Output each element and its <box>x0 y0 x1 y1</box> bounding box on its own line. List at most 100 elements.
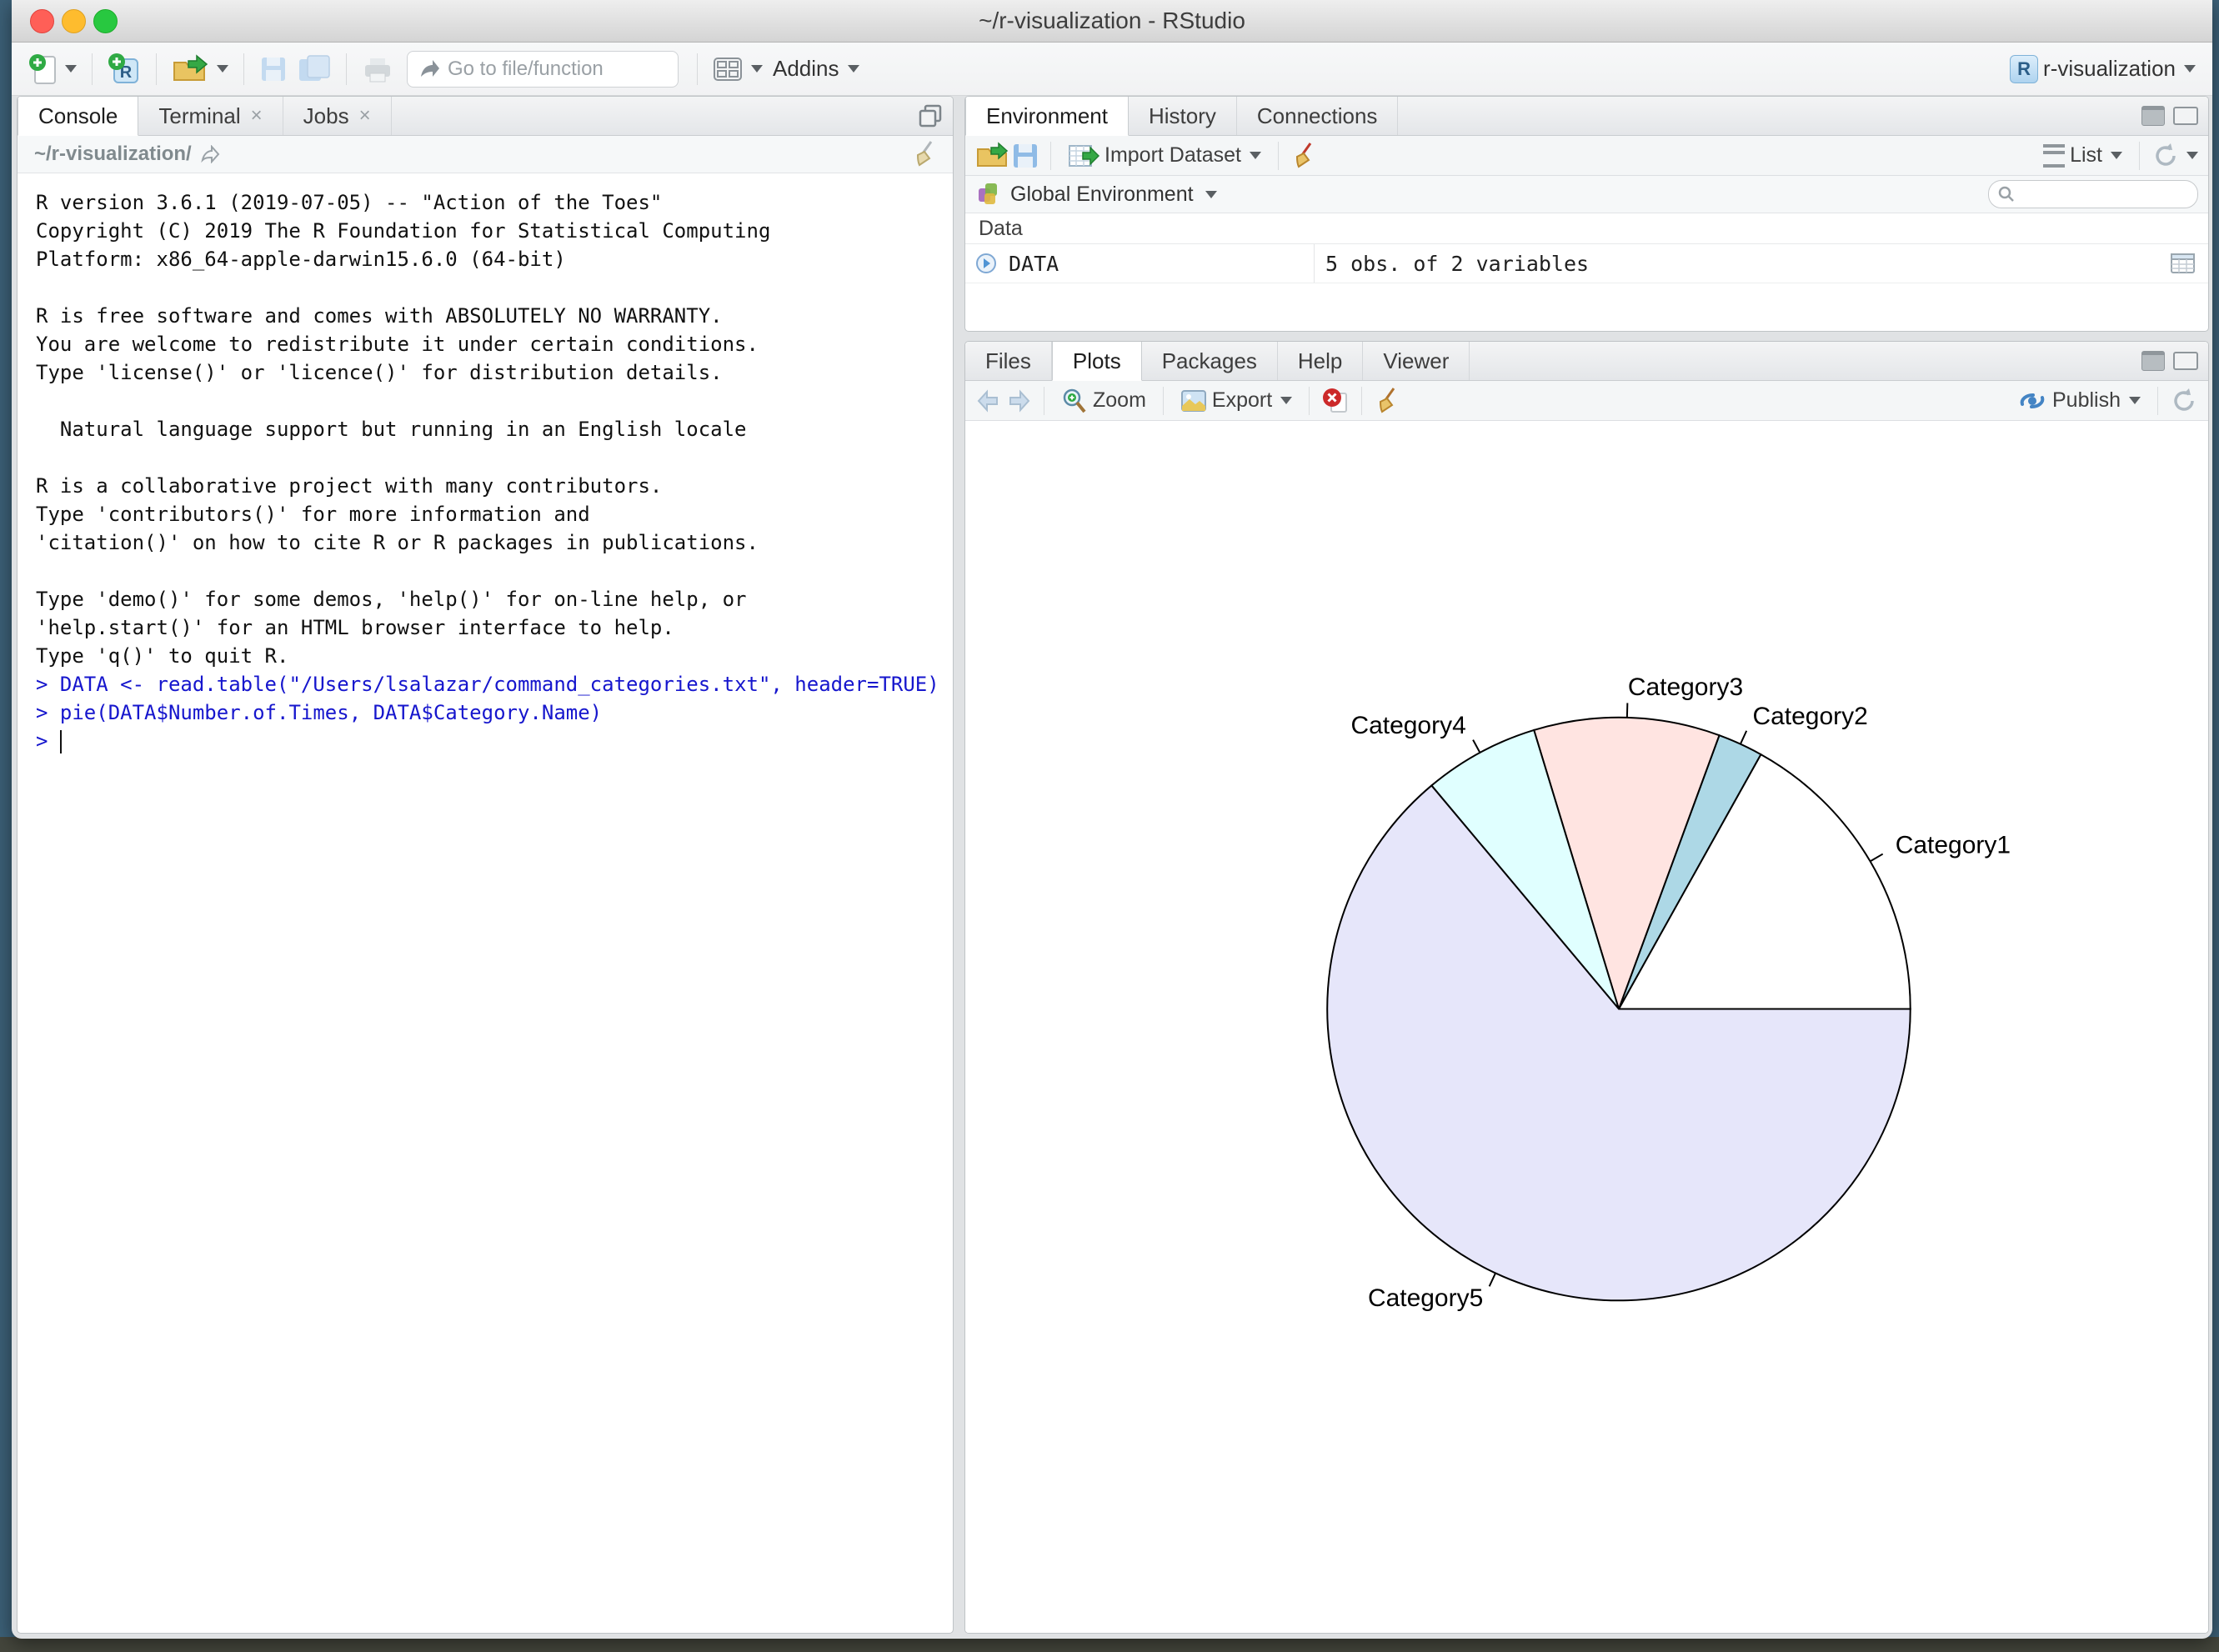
save-button[interactable] <box>254 52 293 87</box>
tab-connections[interactable]: Connections <box>1237 97 1399 135</box>
plots-tabstrip: Files Plots Packages Help Viewer <box>965 342 2208 381</box>
export-caret <box>1280 397 1292 404</box>
console-tabstrip: Console Terminal × Jobs × <box>18 97 953 136</box>
environment-search-box[interactable] <box>1988 180 2198 208</box>
open-file-caret <box>217 65 228 73</box>
new-file-icon <box>28 53 57 85</box>
print-button[interactable] <box>357 52 398 87</box>
console-input-line: > pie(DATA$Number.of.Times, DATA$Categor… <box>36 698 934 727</box>
pie-label-tick <box>1473 740 1480 753</box>
plots-toolbar: Zoom Export Pub <box>965 381 2208 421</box>
import-dataset-caret <box>1250 152 1261 159</box>
clear-console-broom-icon[interactable] <box>911 140 936 168</box>
text-cursor <box>60 730 62 753</box>
environment-scope-bar: Global Environment <box>965 176 2208 213</box>
addins-button[interactable]: Addins <box>768 53 864 85</box>
load-workspace-icon[interactable] <box>975 142 1009 170</box>
environment-scope-label[interactable]: Global Environment <box>1010 183 1194 207</box>
tab-plots[interactable]: Plots <box>1052 342 1142 381</box>
tab-history[interactable]: History <box>1129 97 1237 135</box>
pie-label-tick <box>1871 854 1883 862</box>
goto-directory-icon[interactable] <box>200 145 222 163</box>
zoom-magnifier-icon <box>1061 387 1088 415</box>
zoom-plot-button[interactable]: Zoom <box>1056 383 1151 418</box>
environment-view-selector[interactable]: List <box>2038 140 2127 171</box>
maximize-pane-icon[interactable] <box>2173 352 2198 370</box>
remove-plot-icon[interactable] <box>1321 387 1350 415</box>
console-pane: Console Terminal × Jobs × ~/r-visualizat… <box>17 96 954 1634</box>
minimize-pane-icon[interactable] <box>2141 351 2165 371</box>
rstudio-window: ~/r-visualization - RStudio R <box>12 0 2212 1639</box>
environment-pane: Environment History Connections Import D… <box>964 96 2209 332</box>
addins-caret <box>848 65 859 73</box>
close-terminal-tab-icon[interactable]: × <box>251 104 263 128</box>
refresh-caret <box>2186 152 2198 159</box>
project-r-cube-icon: R <box>2010 55 2038 83</box>
project-selector[interactable]: R r-visualization <box>2005 52 2201 87</box>
expand-object-icon[interactable] <box>975 253 997 274</box>
publish-icon <box>2017 388 2047 413</box>
console-output[interactable]: R version 3.6.1 (2019-07-05) -- "Action … <box>18 173 953 770</box>
pie-label-category1: Category1 <box>1896 832 2011 859</box>
open-file-button[interactable] <box>167 51 233 88</box>
workspace-panes-button[interactable] <box>708 53 768 85</box>
export-image-icon <box>1180 389 1207 413</box>
goto-file-search[interactable] <box>407 51 679 88</box>
clear-all-plots-broom-icon[interactable] <box>1374 387 1399 415</box>
pie-label-category4: Category4 <box>1350 712 1465 739</box>
tab-console[interactable]: Console <box>18 97 138 136</box>
console-working-dir-bar: ~/r-visualization/ <box>18 136 953 173</box>
pie-label-tick <box>1741 731 1746 744</box>
list-view-caret <box>2111 152 2122 159</box>
open-folder-icon <box>172 54 208 84</box>
console-input-line: > DATA <- read.table("/Users/lsalazar/co… <box>36 670 934 698</box>
addins-label: Addins <box>773 56 839 82</box>
new-file-button[interactable] <box>23 50 82 88</box>
publish-caret <box>2129 397 2141 404</box>
minimize-pane-icon[interactable] <box>2141 106 2165 126</box>
panes-caret <box>751 65 763 73</box>
goto-arrow-icon <box>418 58 439 80</box>
project-name: r-visualization <box>2043 56 2176 82</box>
import-dataset-button[interactable]: Import Dataset <box>1063 139 1266 173</box>
window-title: ~/r-visualization - RStudio <box>12 0 2212 42</box>
clear-environment-broom-icon[interactable] <box>1290 142 1315 170</box>
publish-plot-button[interactable]: Publish <box>2012 385 2146 417</box>
goto-file-input[interactable] <box>446 57 641 82</box>
save-workspace-icon[interactable] <box>1012 143 1039 169</box>
tab-environment[interactable]: Environment <box>965 97 1129 136</box>
environment-object-row[interactable]: DATA 5 obs. of 2 variables <box>965 244 2208 283</box>
tab-packages[interactable]: Packages <box>1142 342 1278 380</box>
view-table-icon[interactable] <box>2170 252 2196 275</box>
export-plot-button[interactable]: Export <box>1175 385 1297 416</box>
tab-help[interactable]: Help <box>1278 342 1363 380</box>
tab-terminal[interactable]: Terminal × <box>138 97 283 135</box>
working-directory: ~/r-visualization/ <box>34 143 192 166</box>
environment-search-input[interactable] <box>2021 183 2174 206</box>
refresh-plot-icon[interactable] <box>2170 387 2198 415</box>
maximize-pane-icon[interactable] <box>2173 107 2198 125</box>
global-environment-icon <box>975 180 1002 208</box>
tab-files[interactable]: Files <box>965 342 1052 380</box>
tab-jobs[interactable]: Jobs × <box>283 97 392 135</box>
environment-scope-caret[interactable] <box>1205 191 1217 198</box>
pie-label-category3: Category3 <box>1628 673 1743 701</box>
object-name: DATA <box>1009 252 1059 276</box>
close-jobs-tab-icon[interactable]: × <box>359 104 371 128</box>
console-prompt-line[interactable]: > <box>36 727 934 755</box>
console-startup-text: R version 3.6.1 (2019-07-05) -- "Action … <box>36 188 934 670</box>
next-plot-icon[interactable] <box>1005 388 1032 413</box>
tab-viewer[interactable]: Viewer <box>1363 342 1470 380</box>
refresh-environment-icon[interactable] <box>2151 142 2180 170</box>
pie-label-tick <box>1490 1273 1495 1286</box>
panes-grid-icon <box>713 57 743 82</box>
save-all-button[interactable] <box>293 51 336 88</box>
previous-plot-icon[interactable] <box>975 388 1002 413</box>
environment-section-header: Data <box>965 213 2208 244</box>
new-file-caret <box>65 65 77 73</box>
maximize-pane-icon[interactable] <box>918 103 943 128</box>
plot-viewport: Category1Category2Category3Category4Cate… <box>965 421 2208 1633</box>
pie-label-category5: Category5 <box>1368 1284 1483 1312</box>
pie-chart: Category1Category2Category3Category4Cate… <box>965 421 2208 1633</box>
new-project-button[interactable]: R <box>103 49 146 89</box>
